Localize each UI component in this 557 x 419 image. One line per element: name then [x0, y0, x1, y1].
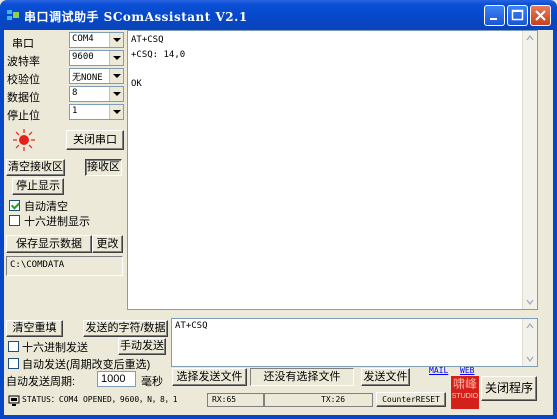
maximize-icon [511, 9, 524, 21]
scroll-up-icon [526, 323, 534, 329]
choose-file-button[interactable]: 选择发送文件 [172, 368, 247, 386]
maximize-button[interactable] [507, 5, 528, 26]
mail-link[interactable]: MAIL [429, 366, 448, 375]
receive-line: OK [131, 78, 142, 89]
stop-display-button[interactable]: 停止显示 [12, 178, 64, 195]
hex-display-checkbox[interactable] [9, 215, 20, 226]
chevron-down-icon[interactable] [109, 105, 123, 119]
scroll-down-icon [526, 299, 534, 305]
auto-send-checkbox[interactable] [8, 358, 19, 369]
auto-send-label: 自动发送(周期改变后重选) [22, 359, 151, 371]
save-path-display: C:\COMDATA [6, 256, 123, 276]
rx-counter: RX:65 [207, 393, 264, 407]
receive-line [131, 62, 185, 77]
app-icon [6, 8, 20, 22]
stopbits-select[interactable]: 1 [69, 104, 124, 120]
app-window: 串口调试助手 SComAssistant V2.1 串口 COM4 波特率 96… [0, 0, 557, 419]
status-connection-icon [8, 395, 20, 409]
receive-scrollbar[interactable] [522, 31, 537, 309]
title-bar[interactable]: 串口调试助手 SComAssistant V2.1 [0, 0, 557, 30]
receive-textarea[interactable]: AT+CSQ +CSQ: 14,0 OK [127, 30, 538, 310]
window-frame-bottom [0, 415, 557, 419]
receive-area-toggle[interactable]: 接收区 [85, 159, 122, 176]
window-title: 串口调试助手 SComAssistant V2.1 [24, 10, 248, 24]
save-data-button[interactable]: 保存显示数据 [6, 235, 92, 253]
chevron-down-icon[interactable] [109, 87, 123, 101]
port-select[interactable]: COM4 [69, 32, 124, 48]
send-text: AT+CSQ [175, 321, 208, 331]
clear-resend-button[interactable]: 清空重填 [6, 320, 63, 337]
send-chars-label: 发送的字符/数据 [83, 320, 168, 337]
receive-line: AT+CSQ [131, 35, 164, 45]
scroll-up-icon [526, 35, 534, 41]
port-status-indicator-icon [12, 129, 36, 154]
web-link[interactable]: WEB [460, 366, 474, 375]
send-scrollbar[interactable] [522, 319, 537, 366]
hex-display-label: 十六进制显示 [24, 216, 90, 228]
window-frame-right [553, 30, 557, 419]
databits-select[interactable]: 8 [69, 86, 124, 102]
hex-send-label: 十六进制发送 [22, 342, 88, 354]
selected-file-display: 还没有选择文件 [250, 368, 354, 386]
close-icon [535, 10, 546, 21]
parity-select[interactable]: 无NONE [69, 68, 124, 84]
baud-select[interactable]: 9600 [69, 50, 124, 66]
clear-receive-button[interactable]: 清空接收区 [6, 159, 65, 176]
close-button[interactable] [530, 5, 551, 26]
status-text: STATUS：COM4 OPENED，9600，N，8，1 [22, 395, 178, 404]
auto-period-label: 自动发送周期: [6, 376, 76, 388]
minimize-button[interactable] [484, 5, 505, 26]
counter-reset-button[interactable]: CounterRESET [376, 392, 446, 407]
close-program-button[interactable]: 关闭程序 [481, 376, 537, 401]
hex-send-checkbox[interactable] [8, 341, 19, 352]
close-port-button[interactable]: 关闭串口 [66, 130, 124, 150]
receive-text: AT+CSQ +CSQ: 14,0 OK [131, 33, 185, 91]
chevron-down-icon[interactable] [109, 69, 123, 83]
chevron-down-icon[interactable] [109, 51, 123, 65]
port-label: 串口 [12, 38, 34, 50]
ms-label: 毫秒 [141, 376, 163, 388]
baud-label: 波特率 [7, 56, 40, 68]
change-path-button[interactable]: 更改 [92, 235, 123, 253]
stopbits-label: 停止位 [7, 110, 40, 122]
auto-clear-label: 自动清空 [24, 201, 68, 213]
tx-counter: TX:26 [264, 393, 373, 407]
auto-clear-checkbox[interactable] [9, 200, 20, 211]
send-textarea[interactable]: AT+CSQ [171, 318, 538, 367]
manual-send-button[interactable]: 手动发送 [118, 338, 166, 355]
scroll-down-icon [526, 356, 534, 362]
send-file-button[interactable]: 发送文件 [361, 368, 410, 386]
studio-logo: 啸峰 STUDIO [451, 376, 479, 409]
period-input[interactable]: 1000 [97, 371, 136, 387]
databits-label: 数据位 [7, 92, 40, 104]
chevron-down-icon[interactable] [109, 33, 123, 47]
parity-label: 校验位 [7, 74, 40, 86]
window-frame-left [0, 30, 4, 419]
receive-line: +CSQ: 14,0 [131, 49, 186, 60]
minimize-icon [490, 18, 497, 20]
